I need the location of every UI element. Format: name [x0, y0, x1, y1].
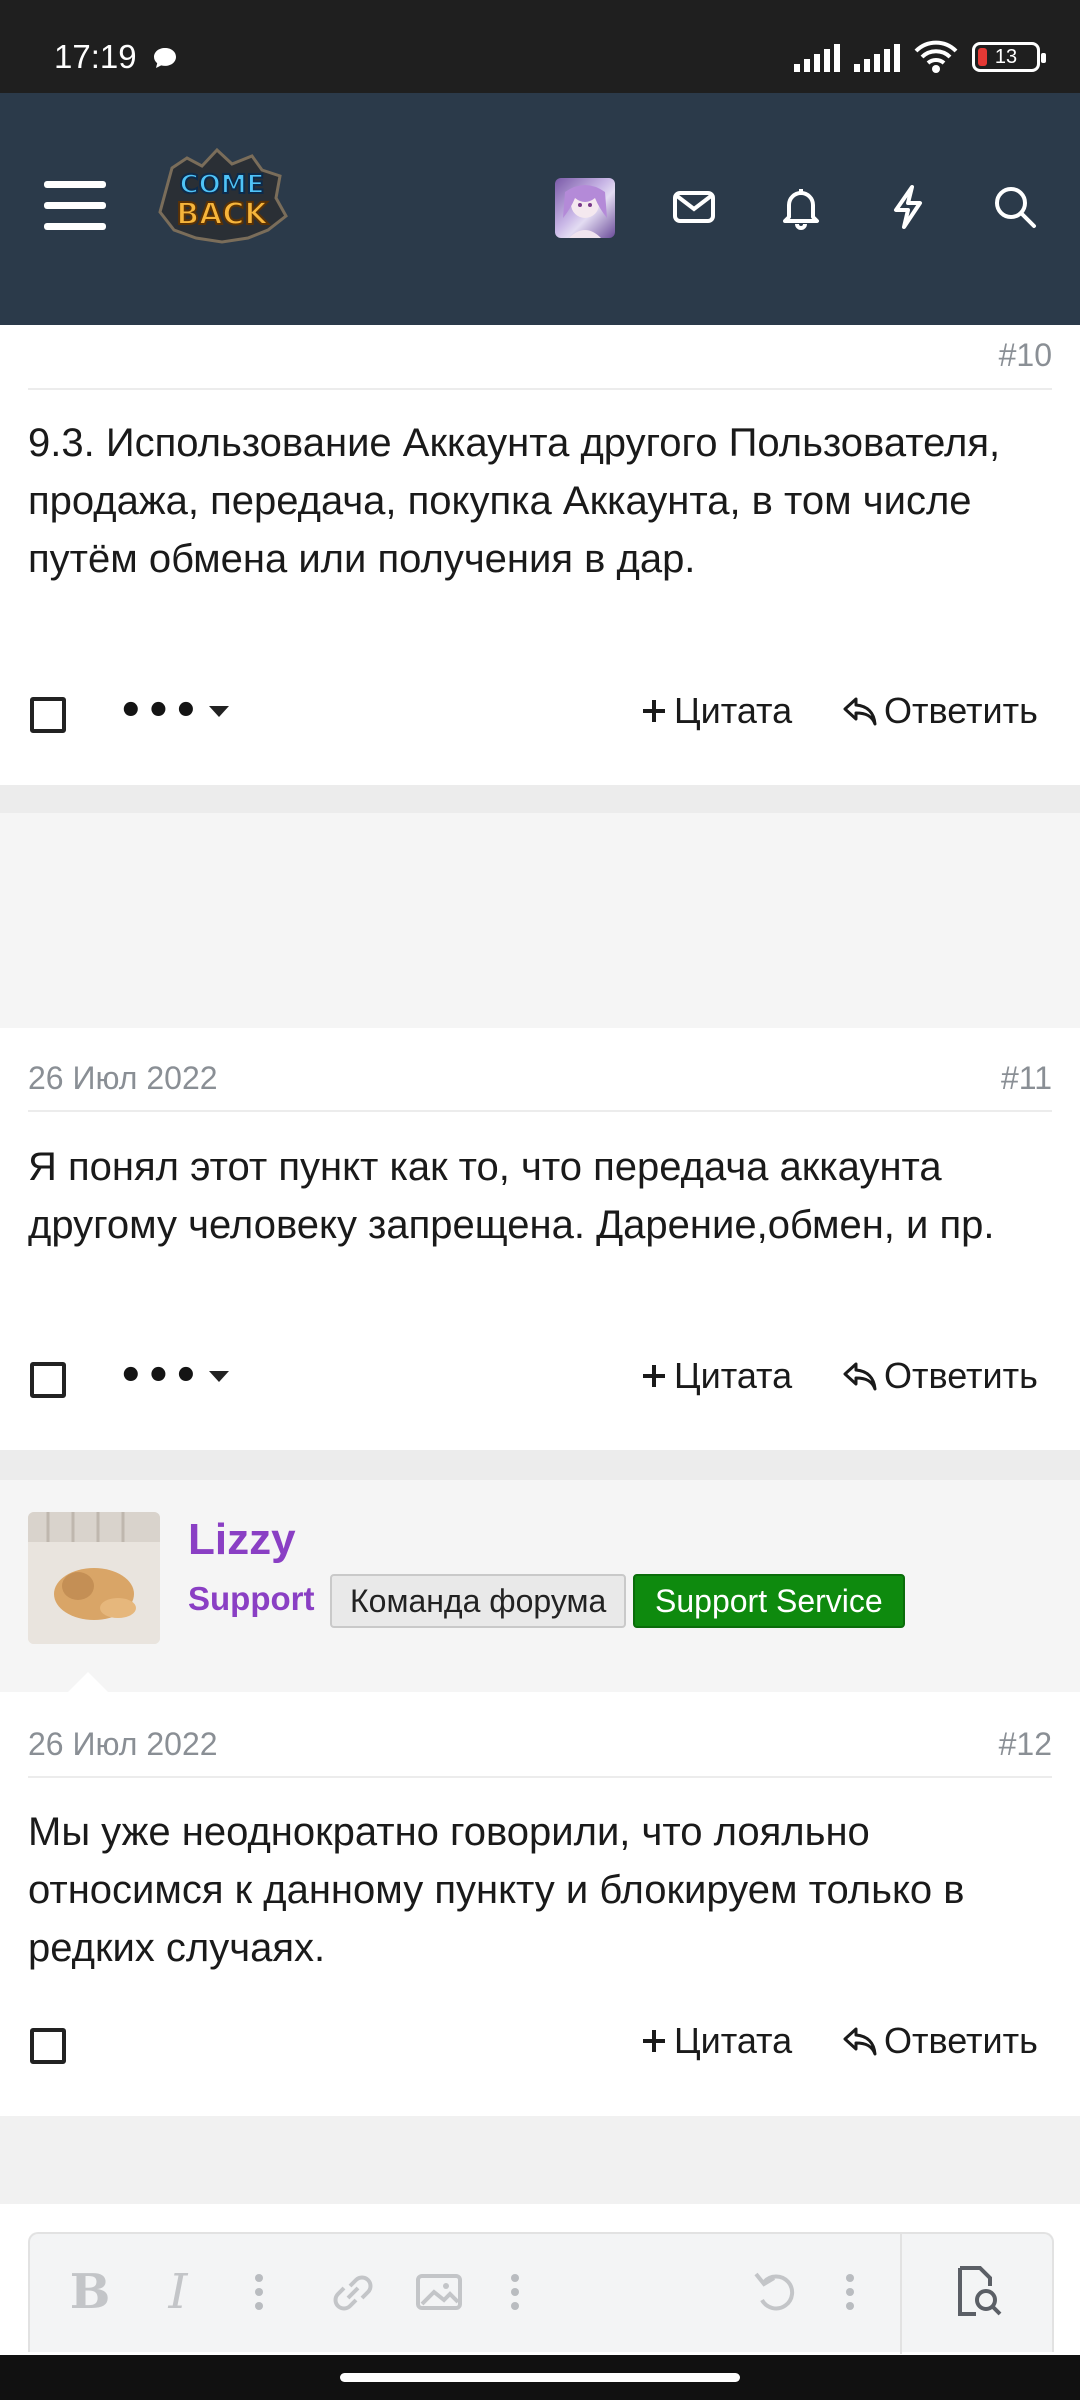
post-number[interactable]: #12 — [999, 1726, 1052, 1763]
app-header: COME BACK — [0, 93, 1080, 325]
quote-label: Цитата — [674, 1355, 793, 1396]
home-gesture-handle[interactable] — [340, 2373, 740, 2382]
more-dots: ••• — [118, 1353, 201, 1399]
post-body: Мы уже неоднократно говорили, что лояльн… — [28, 1810, 965, 1970]
preview-icon[interactable] — [950, 2264, 1006, 2320]
post-date[interactable]: 26 Июл 2022 — [28, 1060, 218, 1097]
more-dots: ••• — [118, 688, 201, 734]
message-bubble-icon — [154, 48, 176, 68]
more-vertical-icon[interactable] — [508, 2264, 522, 2320]
badge-forum-team: Команда форума — [330, 1574, 627, 1628]
author-role: Support — [188, 1580, 315, 1617]
lightning-icon[interactable] — [884, 183, 932, 231]
reply-button[interactable]: Ответить — [842, 1355, 1038, 1397]
more-vertical-icon[interactable] — [843, 2264, 857, 2320]
bold-icon[interactable]: B — [70, 2264, 111, 2320]
signal-icon — [854, 42, 900, 72]
image-icon[interactable] — [414, 2264, 464, 2320]
reply-icon — [843, 1362, 877, 1391]
more-menu[interactable]: ••• — [118, 688, 229, 734]
divider — [28, 1776, 1052, 1778]
reply-label: Ответить — [884, 690, 1038, 731]
battery-icon: 13 — [972, 42, 1046, 72]
post-number[interactable]: #11 — [1001, 1060, 1052, 1097]
quote-button[interactable]: Цитата — [640, 2020, 792, 2062]
post-date[interactable]: 26 Июл 2022 — [28, 1726, 218, 1763]
wifi-icon — [914, 40, 958, 73]
post-body: Я понял этот пункт как то, что передача … — [28, 1145, 995, 1247]
post-separator — [0, 1450, 1080, 1480]
reply-button[interactable]: Ответить — [842, 690, 1038, 732]
quote-button[interactable]: Цитата — [640, 690, 792, 732]
svg-text:BACK: BACK — [176, 197, 269, 232]
select-checkbox[interactable] — [30, 1362, 66, 1398]
battery-level: 13 — [994, 45, 1018, 68]
avatar[interactable] — [555, 178, 615, 238]
link-icon[interactable] — [328, 2264, 378, 2320]
more-menu[interactable]: ••• — [118, 1353, 229, 1399]
select-checkbox[interactable] — [30, 697, 66, 733]
divider — [28, 1110, 1052, 1112]
reply-icon — [843, 2027, 877, 2056]
reply-label: Ответить — [884, 1355, 1038, 1396]
toolbar-divider — [900, 2234, 902, 2354]
status-time: 17:19 — [54, 38, 137, 75]
italic-icon[interactable]: I — [158, 2264, 198, 2320]
divider — [28, 388, 1052, 390]
mail-icon[interactable] — [670, 183, 718, 231]
chevron-down-icon — [208, 1370, 229, 1382]
site-logo[interactable]: COME BACK — [152, 138, 292, 248]
reply-editor-toolbar: B I — [28, 2232, 1054, 2354]
plus-icon — [643, 2030, 665, 2052]
post-pointer — [66, 1672, 110, 1694]
more-vertical-icon[interactable] — [252, 2264, 266, 2320]
reply-button[interactable]: Ответить — [842, 2020, 1038, 2062]
system-nav-bar — [0, 2355, 1080, 2400]
quote-label: Цитата — [674, 2020, 793, 2061]
badge-support-service: Support Service — [633, 1574, 905, 1628]
reply-icon — [843, 697, 877, 726]
chevron-down-icon — [208, 705, 229, 717]
plus-icon — [643, 1365, 665, 1387]
avatar[interactable] — [28, 1512, 160, 1644]
svg-text:COME: COME — [180, 170, 265, 200]
undo-icon[interactable] — [750, 2264, 800, 2320]
signal-icon — [794, 42, 840, 72]
reply-label: Ответить — [884, 2020, 1038, 2061]
post-number[interactable]: #10 — [999, 337, 1052, 374]
quote-label: Цитата — [674, 690, 793, 731]
search-icon[interactable] — [991, 183, 1039, 231]
post-separator — [0, 785, 1080, 813]
post-separator — [0, 2116, 1080, 2204]
user-info-block — [0, 813, 1080, 1028]
author-name[interactable]: Lizzy — [188, 1515, 296, 1565]
plus-icon — [643, 700, 665, 722]
bell-icon[interactable] — [777, 183, 825, 231]
status-bar: 17:19 13 — [0, 0, 1080, 93]
post-body: 9.3. Использование Аккаунта другого Поль… — [28, 421, 1001, 581]
select-checkbox[interactable] — [30, 2028, 66, 2064]
menu-icon[interactable] — [44, 181, 106, 233]
quote-button[interactable]: Цитата — [640, 1355, 792, 1397]
